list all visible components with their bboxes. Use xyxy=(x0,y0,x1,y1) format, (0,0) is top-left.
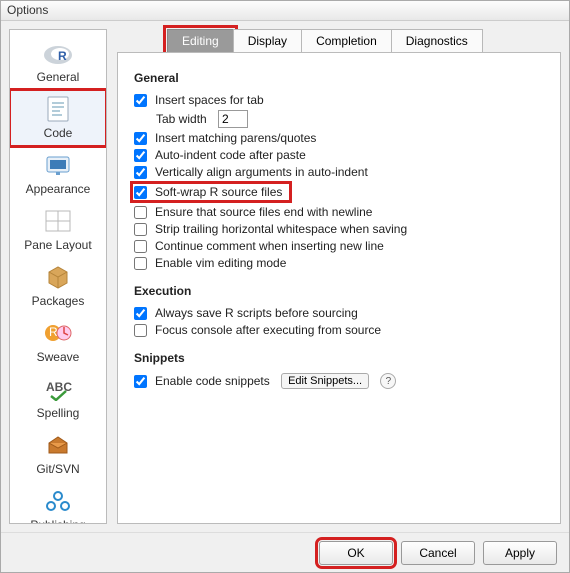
vim-mode-checkbox[interactable] xyxy=(134,257,147,270)
sidebar-item-label: Git/SVN xyxy=(36,462,79,476)
continue-comment-checkbox[interactable] xyxy=(134,240,147,253)
strip-ws-label: Strip trailing horizontal whitespace whe… xyxy=(155,222,407,236)
spelling-icon: ABC xyxy=(41,374,75,404)
publishing-icon xyxy=(41,486,75,516)
tab-completion[interactable]: Completion xyxy=(301,29,392,53)
package-icon xyxy=(41,262,75,292)
sidebar-item-label: Publishing xyxy=(30,518,85,524)
pane-layout-icon xyxy=(41,206,75,236)
sidebar-item-label: Code xyxy=(44,126,73,140)
options-dialog: Options R General Code Appearance xyxy=(0,0,570,573)
tab-width-input[interactable] xyxy=(218,110,248,128)
tab-width-label: Tab width xyxy=(156,112,207,126)
always-save-label: Always save R scripts before sourcing xyxy=(155,306,358,320)
sidebar-item-pane-layout[interactable]: Pane Layout xyxy=(10,202,106,258)
sidebar-item-label: Packages xyxy=(32,294,85,308)
sidebar-item-label: General xyxy=(37,70,80,84)
always-save-checkbox[interactable] xyxy=(134,307,147,320)
appearance-icon xyxy=(41,150,75,180)
apply-button[interactable]: Apply xyxy=(483,541,557,565)
edit-snippets-button[interactable]: Edit Snippets... xyxy=(281,373,369,389)
dialog-body: R General Code Appearance Pane xyxy=(1,21,569,532)
sidebar-item-packages[interactable]: Packages xyxy=(10,258,106,314)
section-execution-title: Execution xyxy=(134,284,544,298)
svg-text:R: R xyxy=(58,49,67,63)
main-panel: Editing Display Completion Diagnostics G… xyxy=(117,29,561,524)
tab-editing[interactable]: Editing xyxy=(167,29,234,53)
tab-display[interactable]: Display xyxy=(233,29,302,53)
softwrap-checkbox[interactable] xyxy=(134,186,147,199)
sidebar-item-general[interactable]: R General xyxy=(10,34,106,90)
window-title: Options xyxy=(1,1,569,21)
tabbar: Editing Display Completion Diagnostics xyxy=(167,29,561,53)
focus-console-checkbox[interactable] xyxy=(134,324,147,337)
cancel-button[interactable]: Cancel xyxy=(401,541,475,565)
sidebar-item-label: Sweave xyxy=(37,350,80,364)
code-file-icon xyxy=(41,94,75,124)
tab-content: General Insert spaces for tab Tab width … xyxy=(117,52,561,524)
insert-spaces-label: Insert spaces for tab xyxy=(155,93,264,107)
sidebar-item-label: Appearance xyxy=(26,182,91,196)
svg-text:ABC: ABC xyxy=(46,380,72,394)
git-box-icon xyxy=(41,430,75,460)
newline-label: Ensure that source files end with newlin… xyxy=(155,205,372,219)
continue-comment-label: Continue comment when inserting new line xyxy=(155,239,384,253)
r-logo-icon: R xyxy=(41,38,75,68)
sidebar-item-spelling[interactable]: ABC Spelling xyxy=(10,370,106,426)
sidebar-item-sweave[interactable]: Rnw Sweave xyxy=(10,314,106,370)
ok-button[interactable]: OK xyxy=(319,541,393,565)
sidebar-item-label: Pane Layout xyxy=(24,238,91,252)
autoindent-checkbox[interactable] xyxy=(134,149,147,162)
sidebar-item-gitsvn[interactable]: Git/SVN xyxy=(10,426,106,482)
strip-ws-checkbox[interactable] xyxy=(134,223,147,236)
valign-label: Vertically align arguments in auto-inden… xyxy=(155,165,368,179)
matching-parens-label: Insert matching parens/quotes xyxy=(155,131,316,145)
matching-parens-checkbox[interactable] xyxy=(134,132,147,145)
dialog-footer: OK Cancel Apply xyxy=(1,532,569,572)
softwrap-label: Soft-wrap R source files xyxy=(155,185,282,199)
section-general-title: General xyxy=(134,71,544,85)
focus-console-label: Focus console after executing from sourc… xyxy=(155,323,381,337)
autoindent-label: Auto-indent code after paste xyxy=(155,148,306,162)
sidebar-item-publishing[interactable]: Publishing xyxy=(10,482,106,524)
category-sidebar: R General Code Appearance Pane xyxy=(9,29,107,524)
enable-snippets-checkbox[interactable] xyxy=(134,375,147,388)
enable-snippets-label: Enable code snippets xyxy=(155,374,270,388)
help-icon[interactable]: ? xyxy=(380,373,396,389)
insert-spaces-checkbox[interactable] xyxy=(134,94,147,107)
sidebar-item-label: Spelling xyxy=(37,406,80,420)
tab-diagnostics[interactable]: Diagnostics xyxy=(391,29,483,53)
sidebar-item-code[interactable]: Code xyxy=(10,90,106,146)
sidebar-item-appearance[interactable]: Appearance xyxy=(10,146,106,202)
vim-mode-label: Enable vim editing mode xyxy=(155,256,286,270)
newline-checkbox[interactable] xyxy=(134,206,147,219)
sweave-icon: Rnw xyxy=(41,318,75,348)
section-snippets-title: Snippets xyxy=(134,351,544,365)
valign-checkbox[interactable] xyxy=(134,166,147,179)
